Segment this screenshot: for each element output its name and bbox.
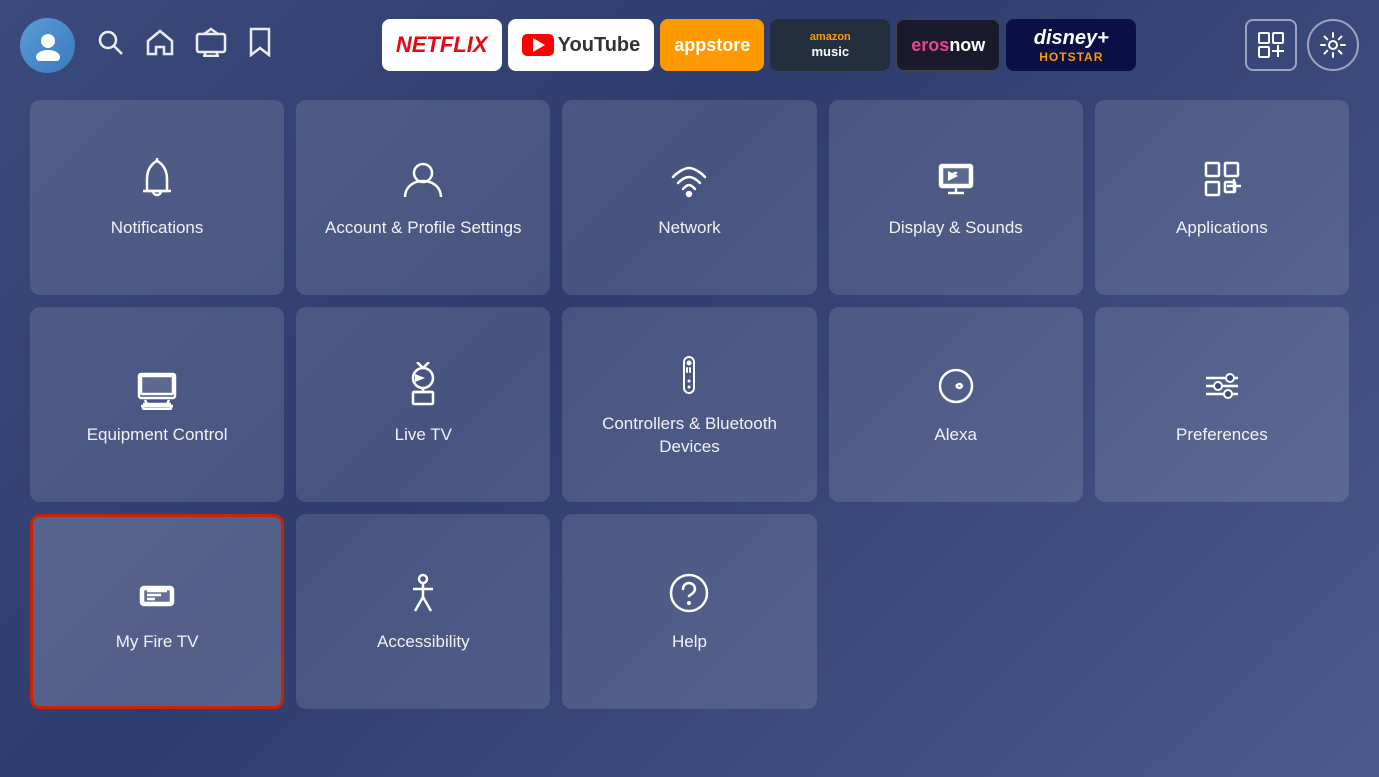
help-icon	[665, 569, 713, 617]
help-label: Help	[672, 631, 707, 653]
nav-right-icons	[1245, 19, 1359, 71]
erosnow-button[interactable]: erosnow	[896, 19, 1000, 71]
bookmark-icon[interactable]	[247, 27, 273, 64]
preferences-label: Preferences	[1176, 424, 1268, 446]
amazon-music-button[interactable]: amazon music	[770, 19, 890, 71]
user-avatar[interactable]	[20, 18, 75, 73]
my-fire-tv-label: My Fire TV	[116, 631, 199, 653]
notifications-icon	[133, 155, 181, 203]
tile-account-profile[interactable]: Account & Profile Settings	[296, 100, 550, 295]
alexa-label: Alexa	[934, 424, 977, 446]
disney-hotstar-button[interactable]: disney+ HOTSTAR	[1006, 19, 1136, 71]
netflix-button[interactable]: NETFLIX	[382, 19, 502, 71]
live-tv-label: Live TV	[395, 424, 452, 446]
home-icon[interactable]	[145, 27, 175, 64]
tile-network[interactable]: Network	[562, 100, 816, 295]
display-sounds-icon	[932, 155, 980, 203]
preferences-icon	[1198, 362, 1246, 410]
appstore-button[interactable]: appstore	[660, 19, 764, 71]
accessibility-icon	[399, 569, 447, 617]
account-icon	[399, 155, 447, 203]
youtube-button[interactable]: YouTube	[508, 19, 655, 71]
account-label: Account & Profile Settings	[325, 217, 522, 239]
equipment-control-label: Equipment Control	[87, 424, 228, 446]
appstore-label: appstore	[674, 35, 750, 56]
alexa-icon	[932, 362, 980, 410]
tile-help[interactable]: Help	[562, 514, 816, 709]
display-sounds-label: Display & Sounds	[889, 217, 1023, 239]
applications-label: Applications	[1176, 217, 1268, 239]
tile-controllers-bluetooth[interactable]: Controllers & Bluetooth Devices	[562, 307, 816, 502]
tile-my-fire-tv[interactable]: My Fire TV	[30, 514, 284, 709]
tile-display-sounds[interactable]: Display & Sounds	[829, 100, 1083, 295]
network-icon	[665, 155, 713, 203]
my-fire-tv-icon	[133, 569, 181, 617]
netflix-label: NETFLIX	[396, 32, 488, 58]
erosnow-label: erosnow	[911, 35, 985, 56]
app-shortcuts: NETFLIX YouTube appstore amazon music er…	[283, 19, 1235, 71]
tile-notifications[interactable]: Notifications	[30, 100, 284, 295]
add-apps-button[interactable]	[1245, 19, 1297, 71]
equipment-control-icon	[133, 362, 181, 410]
tile-alexa[interactable]: Alexa	[829, 307, 1083, 502]
tv-icon[interactable]	[195, 27, 227, 64]
tile-accessibility[interactable]: Accessibility	[296, 514, 550, 709]
tile-applications[interactable]: Applications	[1095, 100, 1349, 295]
settings-button[interactable]	[1307, 19, 1359, 71]
live-tv-icon	[399, 362, 447, 410]
top-navigation: NETFLIX YouTube appstore amazon music er…	[0, 0, 1379, 90]
controllers-icon	[665, 351, 713, 399]
nav-left-icons	[20, 18, 273, 73]
tile-live-tv[interactable]: Live TV	[296, 307, 550, 502]
search-icon[interactable]	[95, 27, 125, 64]
tile-preferences[interactable]: Preferences	[1095, 307, 1349, 502]
settings-grid: Notifications Account & Profile Settings…	[0, 90, 1379, 729]
applications-icon	[1198, 155, 1246, 203]
tile-equipment-control[interactable]: Equipment Control	[30, 307, 284, 502]
network-label: Network	[658, 217, 720, 239]
youtube-logo: YouTube	[522, 34, 641, 57]
notifications-label: Notifications	[111, 217, 204, 239]
accessibility-label: Accessibility	[377, 631, 470, 653]
controllers-label: Controllers & Bluetooth Devices	[582, 413, 796, 457]
